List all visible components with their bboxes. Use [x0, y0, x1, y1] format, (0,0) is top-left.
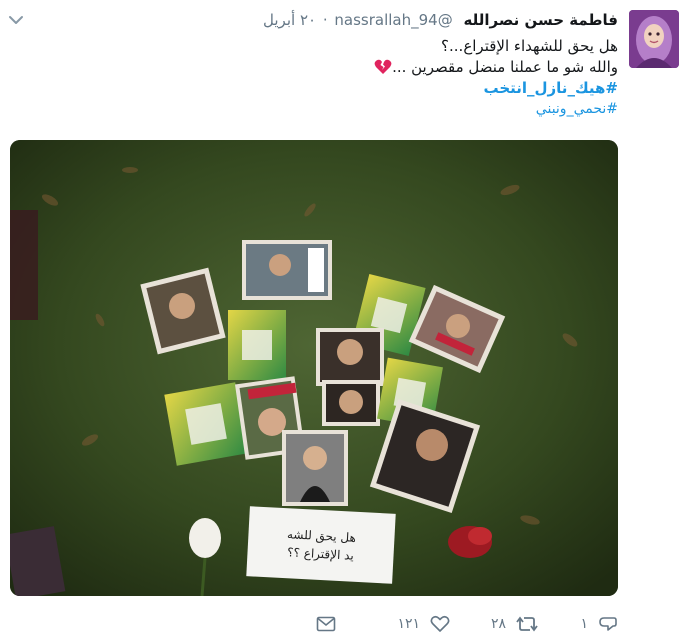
tweet-date[interactable]: ٢٠ أبريل	[263, 11, 316, 29]
photo-card: هل يحق للشهيد الإقتراع ؟؟	[246, 506, 396, 584]
hashtag-2[interactable]: #نحمي_ونبني	[58, 99, 618, 120]
reply-count: ١	[580, 616, 588, 632]
tweet-line-2-text: والله شو ما عملنا منضل مقصرين ...	[392, 58, 618, 76]
like-action[interactable]: ١٢١	[397, 612, 450, 636]
like-count: ١٢١	[397, 616, 420, 632]
tweet[interactable]: فاطمة حسن نصرالله @nassrallah_94 · ٢٠ أب…	[0, 0, 696, 641]
avatar-image	[629, 10, 679, 68]
tweet-photo[interactable]: هل يحق للشهيد الإقتراع ؟؟	[10, 140, 618, 596]
display-name[interactable]: فاطمة حسن نصرالله	[464, 11, 619, 29]
reply-icon[interactable]	[598, 615, 618, 633]
like-icon[interactable]	[430, 615, 450, 633]
avatar[interactable]	[629, 10, 679, 68]
separator-dot: ·	[322, 11, 328, 29]
hashtag-1[interactable]: #هيك_نازل_انتخب	[58, 78, 618, 99]
retweet-count: ٢٨	[490, 616, 506, 632]
retweet-icon[interactable]	[516, 615, 538, 633]
user-handle[interactable]: @nassrallah_94	[334, 11, 452, 29]
tweet-actions: ١ ٢٨ ١٢١	[78, 612, 618, 636]
reply-action[interactable]: ١	[580, 612, 618, 636]
retweet-action[interactable]: ٢٨	[491, 612, 538, 636]
photo-image: هل يحق للشهيد الإقتراع ؟؟	[10, 140, 618, 596]
message-action[interactable]	[316, 612, 336, 636]
tweet-line-1: هل يحق للشهداء الإقتراع...؟	[441, 37, 618, 55]
tweet-text: هل يحق للشهداء الإقتراع...؟ والله شو ما …	[58, 36, 618, 120]
tweet-line-2: والله شو ما عملنا منضل مقصرين ...	[58, 57, 618, 78]
message-icon[interactable]	[316, 616, 336, 632]
broken-heart-icon	[374, 59, 392, 74]
tweet-header: فاطمة حسن نصرالله @nassrallah_94 · ٢٠ أب…	[263, 10, 618, 30]
red-rose	[448, 526, 492, 558]
chevron-down-icon[interactable]	[8, 14, 24, 26]
